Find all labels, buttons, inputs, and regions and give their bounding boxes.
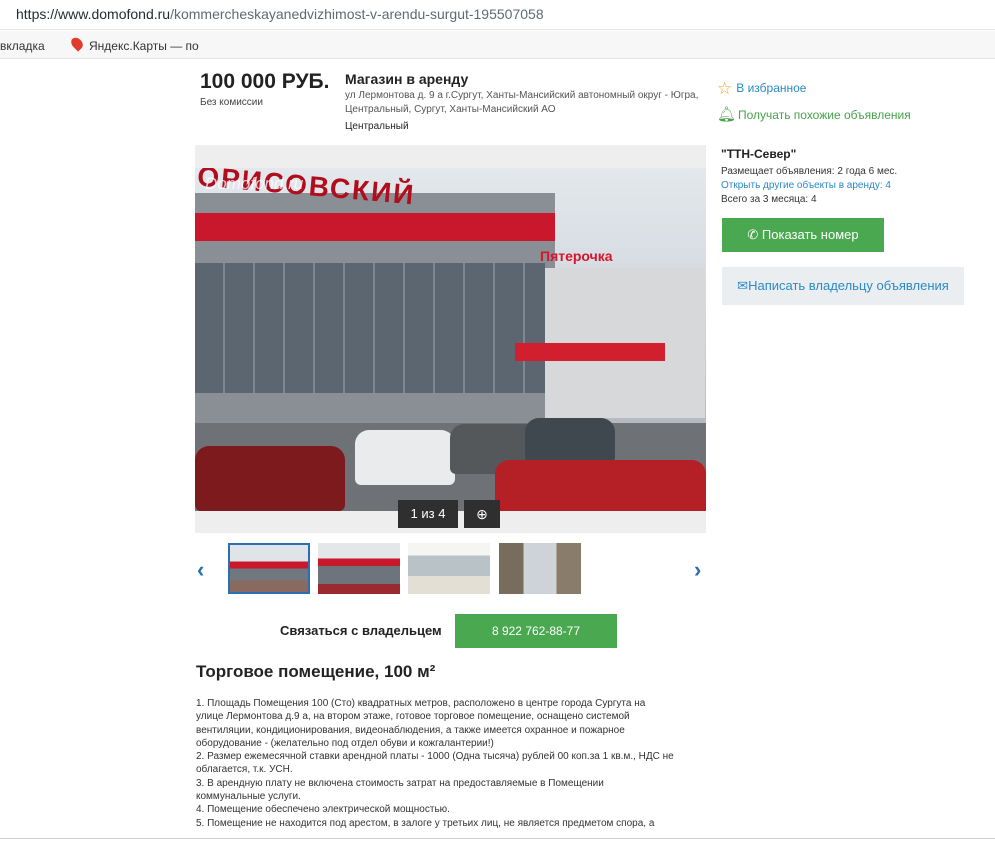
url-host: https://www.domofond.ru	[16, 6, 171, 22]
similar-alerts-link[interactable]: 🔔︎ Получать похожие объявления	[717, 105, 911, 123]
description-line: облагается, т.к. УСН.	[196, 764, 293, 776]
thumbnail-1[interactable]	[228, 543, 310, 594]
write-owner-button[interactable]: ✉Написать владельцу объявления	[722, 267, 964, 305]
chevron-left-icon[interactable]: ‹	[197, 559, 204, 581]
seller-total: Всего за 3 месяца: 4	[721, 194, 817, 205]
description-line: 3. В арендную плату не включена стоимост…	[196, 777, 604, 789]
car	[525, 418, 615, 463]
thumbnail-3[interactable]	[408, 543, 490, 594]
main-photo[interactable]: ОРИСОВСКИЙ Пятерочка Domofond.ru	[195, 168, 706, 511]
seller-other-listings-link[interactable]: Открыть другие объекты в аренду: 4	[721, 180, 891, 191]
mall-windows	[195, 263, 545, 393]
url-text[interactable]: https://www.domofond.ru/kommercheskayane…	[16, 6, 544, 22]
owner-phone-button[interactable]: 8 922 762-88-77	[455, 614, 617, 648]
description-line: коммунальные услуги.	[196, 791, 301, 803]
favorite-link[interactable]: ☆ В избранное	[717, 79, 806, 99]
bell-icon: 🔔︎	[717, 106, 737, 123]
mall-roof-band	[195, 213, 555, 241]
listing-address: ул Лермонтова д. 9 а г.Сургут, Ханты-Ман…	[345, 90, 699, 115]
seller-duration: Размещает объявления: 2 года 6 мес.	[721, 166, 898, 177]
star-icon: ☆	[717, 79, 733, 98]
description-line: оборудование - (желательно под отдел обу…	[196, 737, 494, 749]
bookmarks-bar: вкладка Яндекс.Карты — по	[0, 31, 995, 59]
thumbnail-2[interactable]	[318, 543, 400, 594]
description-line: 4. Помещение обеспечено электрической мо…	[196, 804, 450, 816]
brand-sign: Пятерочка	[540, 248, 613, 264]
car	[195, 446, 345, 511]
similar-alerts-label: Получать похожие объявления	[738, 108, 911, 122]
car	[355, 430, 455, 485]
mall-building	[195, 193, 555, 443]
car	[495, 460, 706, 511]
show-phone-label: Показать номер	[761, 227, 859, 242]
description-line: вентиляции, кондиционирования, видеонабл…	[196, 724, 625, 736]
listing-title: Магазин в аренду	[345, 71, 469, 87]
map-pin-icon	[68, 35, 86, 52]
bookmark-tab[interactable]: вкладка	[0, 39, 45, 53]
listing-price: 100 000 РУБ.	[200, 70, 330, 93]
page-divider	[0, 838, 995, 839]
photo-watermark: Domofond.ru	[205, 174, 304, 193]
store-red-band	[515, 343, 665, 361]
address-bar[interactable]: https://www.domofond.ru/kommercheskayane…	[0, 0, 995, 30]
commission-note: Без комиссии	[200, 97, 263, 108]
description-line: 5. Помещение не находится под арестом, в…	[196, 817, 655, 829]
description-line: 1. Площадь Помещения 100 (Сто) квадратны…	[196, 698, 646, 709]
write-owner-label: Написать владельцу объявления	[748, 278, 949, 293]
url-path: /kommercheskayanedvizhimost-v-arendu-sur…	[170, 6, 544, 22]
envelope-icon: ✉	[737, 278, 749, 293]
listing-district: Центральный	[345, 121, 409, 132]
favorite-label: В избранное	[736, 81, 807, 95]
thumbnail-4[interactable]	[499, 543, 581, 594]
photo-counter: 1 из 4	[398, 500, 458, 528]
bookmark-yandex-maps-label: Яндекс.Карты — по	[89, 39, 199, 53]
photo-gallery: ОРИСОВСКИЙ Пятерочка Domofond.ru	[195, 145, 706, 533]
seller-name[interactable]: "ТТН-Север"	[721, 147, 796, 161]
description-heading: Торговое помещение, 100 м²	[196, 662, 436, 681]
bookmark-yandex-maps[interactable]: Яндекс.Карты — по	[68, 35, 199, 53]
phone-icon: ✆	[747, 227, 759, 242]
description-line: улице Лермонтова д.9 а, на втором этаже,…	[196, 711, 630, 723]
contact-owner-label: Связаться с владельцем	[280, 623, 442, 638]
chevron-right-icon[interactable]: ›	[694, 559, 701, 581]
description-text: 1. Площадь Помещения 100 (Сто) квадратны…	[196, 697, 716, 830]
description-line: 2. Размер ежемесячной ставки арендной пл…	[196, 751, 674, 763]
show-phone-button[interactable]: ✆ Показать номер	[722, 218, 884, 252]
zoom-icon[interactable]: ⊕	[464, 500, 500, 528]
